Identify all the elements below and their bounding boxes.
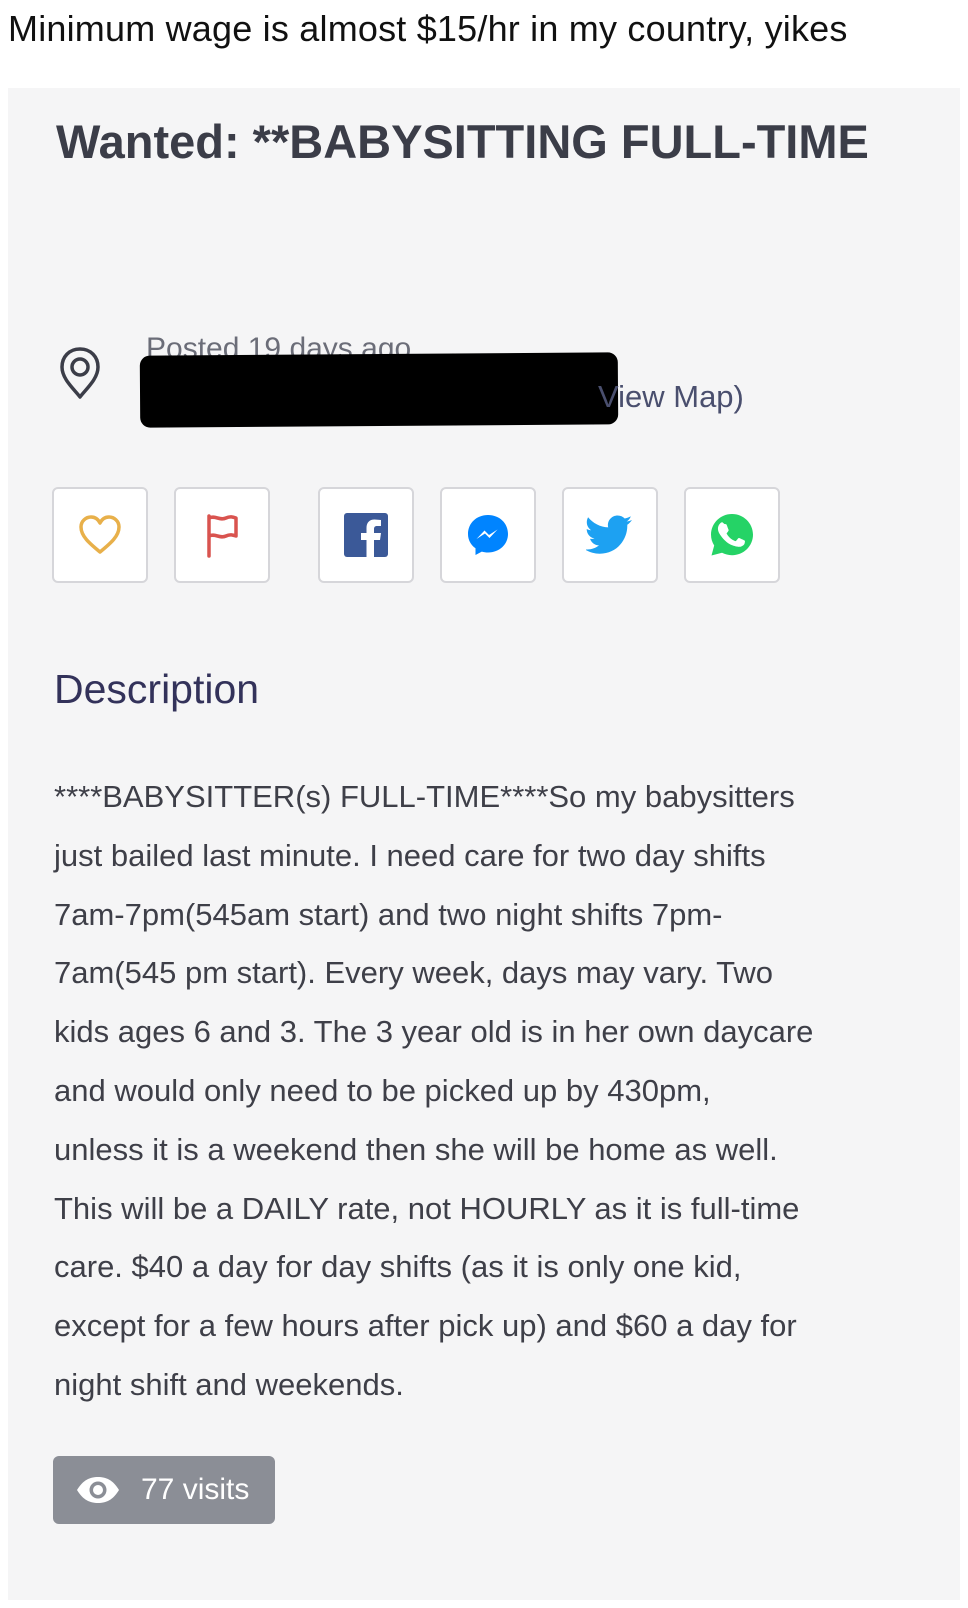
description-body: ****BABYSITTER(s) FULL-TIME****So my bab… xyxy=(54,768,934,1415)
location-pin-icon xyxy=(60,347,100,399)
description-line: and would only need to be picked up by 4… xyxy=(54,1072,711,1108)
favorite-button[interactable] xyxy=(52,487,148,583)
view-map-link[interactable]: View Map) xyxy=(598,379,744,415)
description-line: except for a few hours after pick up) an… xyxy=(54,1308,797,1344)
facebook-icon xyxy=(344,513,388,557)
description-line: night shift and weekends. xyxy=(54,1366,404,1402)
visits-badge: 77 visits xyxy=(53,1456,275,1524)
twitter-icon xyxy=(586,515,632,554)
messenger-icon xyxy=(468,515,508,555)
report-button[interactable] xyxy=(174,487,270,583)
flag-icon xyxy=(207,514,238,558)
whatsapp-icon xyxy=(711,514,753,556)
visits-count: 77 visits xyxy=(141,1473,250,1506)
description-line: 7am(545 pm start). Every week, days may … xyxy=(54,955,773,991)
share-facebook-button[interactable] xyxy=(318,487,414,583)
eye-icon xyxy=(77,1477,119,1503)
share-messenger-button[interactable] xyxy=(440,487,536,583)
description-line: kids ages 6 and 3. The 3 year old is in … xyxy=(54,1014,814,1050)
description-heading: Description xyxy=(54,666,260,712)
description-line: ****BABYSITTER(s) FULL-TIME****So my bab… xyxy=(54,779,795,814)
listing-title: Wanted: **BABYSITTING FULL-TIME xyxy=(56,115,869,168)
share-whatsapp-button[interactable] xyxy=(684,487,780,583)
description-line: This will be a DAILY rate, not HOURLY as… xyxy=(54,1190,800,1226)
description-line: 7am-7pm(545am start) and two night shift… xyxy=(54,896,723,932)
share-twitter-button[interactable] xyxy=(562,487,658,583)
description-line: care. $40 a day for day shifts (as it is… xyxy=(54,1249,742,1285)
listing-card: Wanted: **BABYSITTING FULL-TIME Posted 1… xyxy=(8,88,960,1600)
description-line: unless it is a weekend then she will be … xyxy=(54,1131,778,1167)
redaction-bar xyxy=(139,352,619,428)
heart-icon xyxy=(79,515,121,554)
post-caption: Minimum wage is almost $15/hr in my coun… xyxy=(8,8,848,49)
description-line: just bailed last minute. I need care for… xyxy=(54,837,766,873)
